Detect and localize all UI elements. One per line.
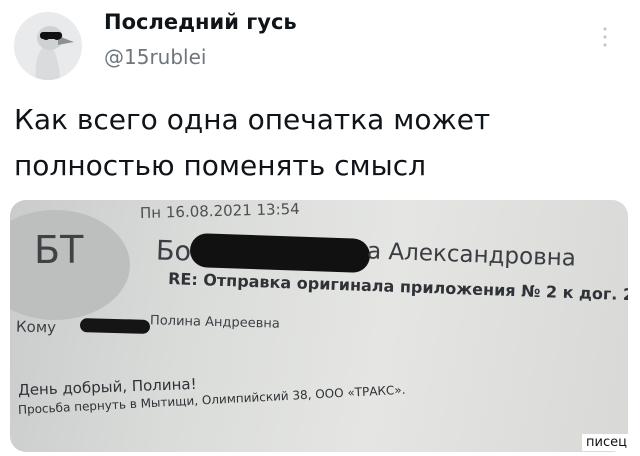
tweet-card: Последний гусь @15rublei Как всего одна …	[0, 0, 640, 456]
watermark: писец	[582, 434, 631, 451]
sender-name-start: Бо	[155, 235, 192, 268]
avatar[interactable]	[14, 12, 82, 80]
recipient-label: Кому	[15, 317, 57, 337]
attached-photo[interactable]: Пн 16.08.2021 13:54 БТ Бо а Александровн…	[10, 200, 628, 452]
email-subject: RE: Отправка оригинала приложения № 2 к …	[167, 269, 628, 306]
sender-name-end: а Александровна	[366, 238, 577, 272]
redaction-bar	[189, 232, 371, 274]
tweet-text: Как всего одна опечатка может полностью …	[14, 103, 491, 182]
goose-with-sunglasses-icon	[14, 12, 82, 80]
sender-initials: БТ	[34, 228, 84, 272]
email-date: Пн 16.08.2021 13:54	[139, 200, 300, 223]
author-name[interactable]: Последний гусь	[104, 10, 297, 34]
more-vertical-icon[interactable]	[602, 26, 608, 48]
email-screenshot: Пн 16.08.2021 13:54 БТ Бо а Александровн…	[10, 200, 628, 452]
author-handle[interactable]: @15rublei	[104, 45, 206, 69]
redaction-bar	[79, 318, 151, 334]
recipient-name: Полина Андреевна	[149, 313, 281, 332]
